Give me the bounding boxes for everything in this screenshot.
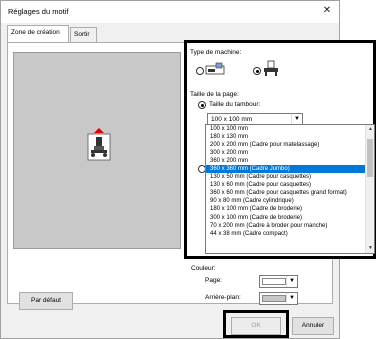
list-item[interactable]: 130 x 50 mm (Cadre pour casquettes) <box>206 173 374 181</box>
ok-button-label: OK <box>251 322 261 329</box>
tab-label: Zone de création <box>11 29 60 36</box>
hoop-size-list[interactable]: 100 x 100 mm 180 x 130 mm 200 x 200 mm (… <box>205 124 375 254</box>
scroll-thumb[interactable] <box>367 139 373 177</box>
ok-button[interactable]: OK <box>231 317 281 335</box>
background-color-picker[interactable]: ▼ <box>259 292 298 305</box>
background-color-swatch <box>262 295 286 302</box>
default-button-label: Par défaut <box>31 297 61 304</box>
hoop-icon <box>87 128 111 161</box>
list-item[interactable]: 300 x 200 mm <box>206 149 374 157</box>
list-item[interactable]: 100 x 100 mm <box>206 125 374 133</box>
page-color-swatch <box>262 278 286 285</box>
tab-label: Sortir <box>74 31 90 38</box>
close-icon[interactable]: ✕ <box>320 4 334 18</box>
hoop-size-label: Taille du tambour: <box>209 101 261 108</box>
list-scrollbar[interactable]: ▲ ▼ <box>365 125 374 253</box>
machine-type-label: Type de machine: <box>190 49 242 56</box>
list-item[interactable]: 44 x 38 mm (Cadre compact) <box>206 230 374 238</box>
list-item[interactable]: 90 x 80 mm (Cadre cylindrique) <box>206 197 374 205</box>
list-item[interactable]: 300 x 100 mm (Cadre de broderie) <box>206 214 374 222</box>
scroll-down-icon[interactable]: ▼ <box>366 244 374 253</box>
cancel-button-label: Annuler <box>301 322 325 329</box>
cancel-button[interactable]: Annuler <box>292 317 334 335</box>
tab-output[interactable]: Sortir <box>70 27 97 42</box>
list-item[interactable]: 70 x 200 mm (Cadre à broder pour manche) <box>206 222 374 230</box>
embroidery-machine-icon <box>205 62 225 75</box>
sewing-machine-icon <box>264 60 278 76</box>
title-bar: Réglages du motif ✕ <box>1 1 339 23</box>
chevron-down-icon: ▼ <box>286 293 297 304</box>
page-color-picker[interactable]: ▼ <box>259 275 298 288</box>
list-item[interactable]: 180 x 130 mm <box>206 133 374 141</box>
machine-radio-sewing[interactable] <box>253 67 261 75</box>
hoop-size-value: 100 x 100 mm <box>211 116 253 123</box>
list-item[interactable]: 200 x 200 mm (Cadre pour matelassage) <box>206 141 374 149</box>
list-item[interactable]: 360 x 200 mm <box>206 157 374 165</box>
dialog-title: Réglages du motif <box>8 7 69 16</box>
hoop-size-radio[interactable] <box>198 101 206 109</box>
scroll-up-icon[interactable]: ▲ <box>366 125 374 134</box>
tab-creation-area[interactable]: Zone de création <box>7 25 69 43</box>
color-label: Couleur: <box>191 265 216 272</box>
page-size-label: Taille de la page: <box>190 91 239 98</box>
list-item-selected[interactable]: 360 x 360 mm (Cadre Jumbo) <box>206 165 374 174</box>
list-item[interactable]: 180 x 100 mm (Cadre de broderie) <box>206 205 374 213</box>
machine-radio-embroidery[interactable] <box>196 67 204 75</box>
page-color-label: Page: <box>205 277 222 284</box>
default-button[interactable]: Par défaut <box>19 292 73 310</box>
background-color-label: Arrière-plan: <box>205 294 241 301</box>
list-item[interactable]: 360 x 60 mm (Cadre pour casquettes grand… <box>206 189 374 197</box>
chevron-down-icon: ▼ <box>286 276 297 287</box>
list-item[interactable]: 130 x 60 mm (Cadre pour casquettes) <box>206 181 374 189</box>
